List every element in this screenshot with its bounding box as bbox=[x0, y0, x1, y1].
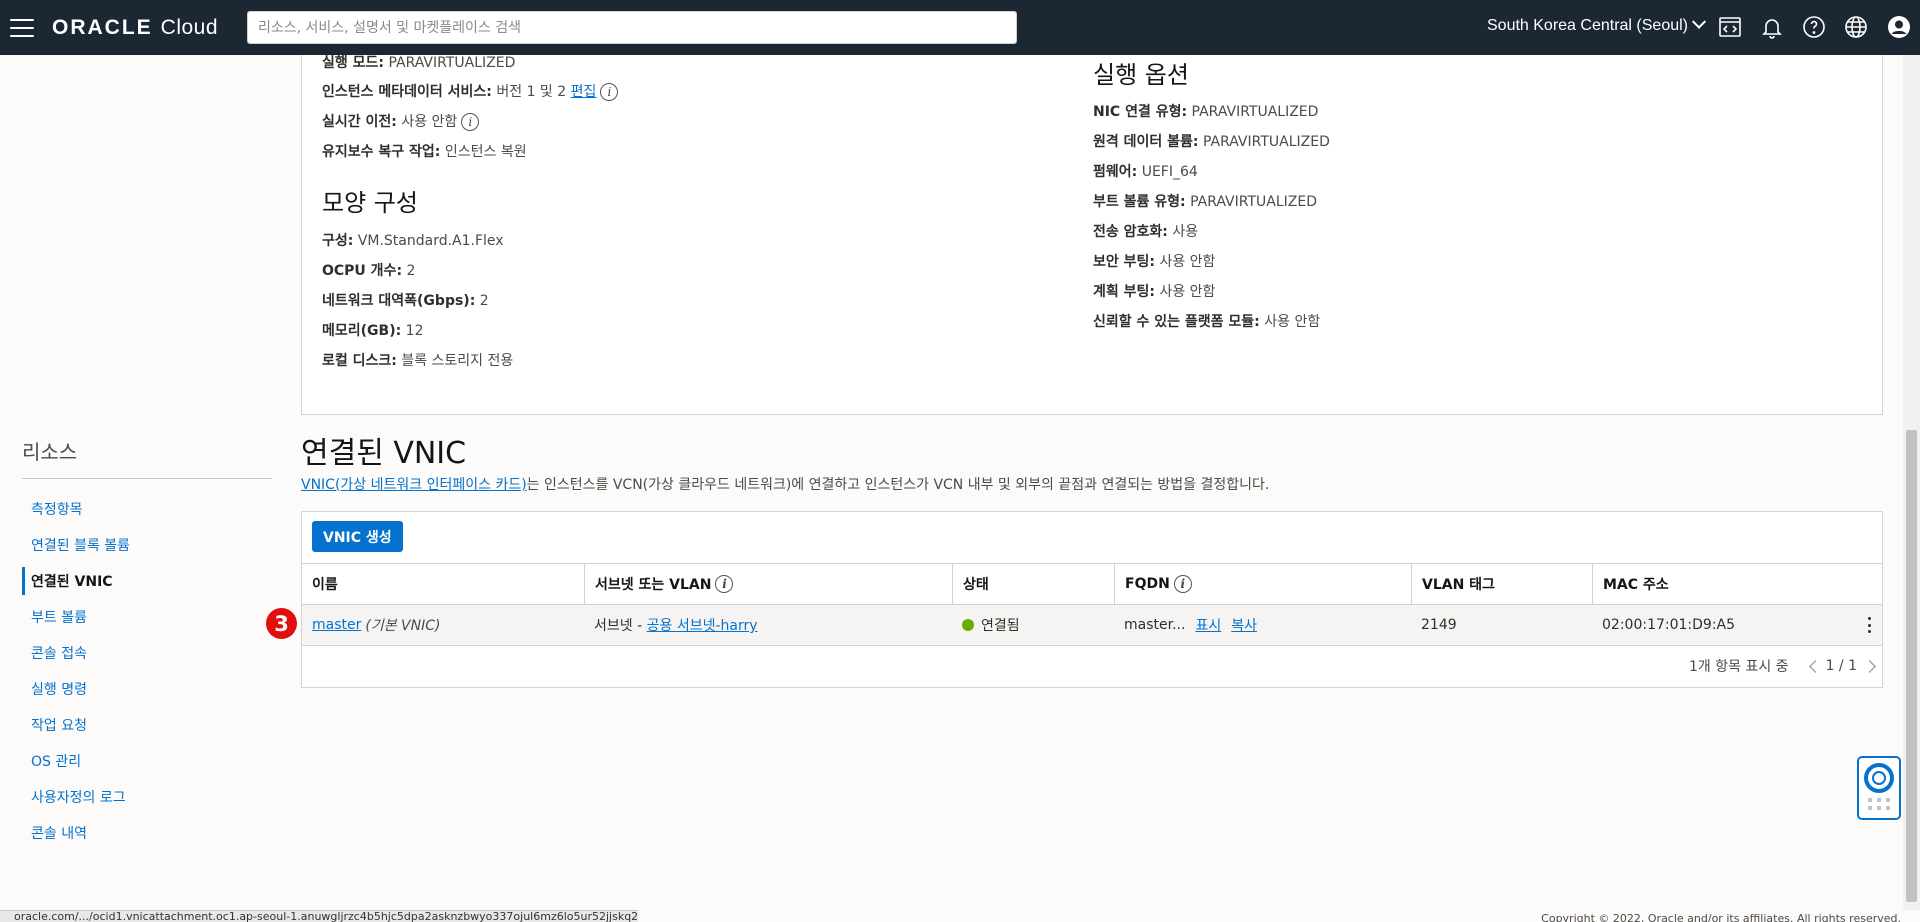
sidebar-item[interactable]: 실행 명령 bbox=[22, 675, 272, 703]
ocpu-count: OCPU 개수: 2 bbox=[322, 263, 416, 279]
info-icon[interactable]: i bbox=[461, 113, 480, 131]
status-badge: 연결됨 bbox=[981, 618, 1020, 634]
globe-icon[interactable] bbox=[1844, 15, 1868, 39]
sidebar-item[interactable]: 작업 요청 bbox=[22, 711, 272, 739]
hamburger-menu-icon[interactable] bbox=[10, 18, 34, 37]
subnet-cell: 서브넷 - 공용 서브넷-harry bbox=[584, 605, 758, 645]
nic-attachment-type: NIC 연결 유형: PARAVIRTUALIZED bbox=[1093, 104, 1319, 120]
shape: 구성: VM.Standard.A1.Flex bbox=[322, 233, 504, 249]
in-transit-encryption: 전송 암호화: 사용 bbox=[1093, 224, 1199, 240]
code-editor-icon[interactable] bbox=[1718, 15, 1742, 39]
fqdn-cell: master... 표시 복사 bbox=[1124, 615, 1257, 635]
vnic-name-link[interactable]: master bbox=[312, 617, 361, 633]
column-header-fqdn[interactable]: FQDN i bbox=[1114, 564, 1411, 604]
maintenance-recovery: 유지보수 복구 작업: 인스턴스 복원 bbox=[322, 144, 527, 160]
instance-details-panel: 실행 모드: PARAVIRTUALIZED 인스턴스 메타데이터 서비스: 버… bbox=[301, 55, 1883, 415]
metadata-edit-link[interactable]: 편집 bbox=[571, 84, 597, 100]
oracle-cloud-logo[interactable]: ORACLE Cloud bbox=[52, 16, 218, 40]
sidebar-item[interactable]: 부트 볼륨 bbox=[22, 603, 272, 631]
row-actions-menu-icon[interactable] bbox=[1864, 617, 1874, 633]
sidebar-item[interactable]: 측정항목 bbox=[22, 495, 272, 523]
measured-boot: 계획 부팅: 사용 안함 bbox=[1093, 284, 1216, 300]
firmware: 펌웨어: UEFI_64 bbox=[1093, 164, 1198, 180]
divider bbox=[22, 478, 272, 479]
live-migration: 실시간 이전: 사용 안함 i bbox=[322, 111, 480, 131]
info-icon[interactable]: i bbox=[600, 83, 619, 101]
vnic-name-cell: master (기본 VNIC) bbox=[312, 617, 441, 634]
sidebar-item[interactable]: 콘솔 내역 bbox=[22, 819, 272, 847]
fqdn-show-link[interactable]: 표시 bbox=[1195, 615, 1221, 635]
column-header-vlan-tag[interactable]: VLAN 태그 bbox=[1411, 564, 1592, 604]
sidebar-item[interactable]: OS 관리 bbox=[22, 747, 272, 775]
search-input[interactable] bbox=[258, 19, 1006, 36]
secure-boot: 보안 부팅: 사용 안함 bbox=[1093, 254, 1216, 270]
subnet-link[interactable]: 공용 서브넷-harry bbox=[647, 615, 758, 635]
info-icon[interactable]: i bbox=[1173, 575, 1192, 593]
launch-options-heading: 실행 옵션 bbox=[1093, 61, 1189, 89]
next-page-icon[interactable] bbox=[1863, 659, 1876, 673]
table-row[interactable]: master (기본 VNIC) 서브넷 - 공용 서브넷-harry 연결됨 m… bbox=[302, 605, 1882, 646]
help-widget[interactable] bbox=[1857, 756, 1901, 820]
create-vnic-button[interactable]: VNIC 생성 bbox=[312, 521, 403, 552]
global-search[interactable] bbox=[247, 11, 1017, 44]
launch-mode: 실행 모드: PARAVIRTUALIZED bbox=[322, 55, 516, 71]
column-header-mac[interactable]: MAC 주소 bbox=[1592, 564, 1882, 604]
prev-page-icon[interactable] bbox=[1808, 659, 1822, 673]
vlan-tag-cell: 2149 bbox=[1421, 617, 1457, 633]
section-title: 연결된 VNIC bbox=[301, 436, 467, 471]
fqdn-copy-link[interactable]: 복사 bbox=[1231, 615, 1257, 635]
scrollbar-thumb[interactable] bbox=[1906, 430, 1917, 902]
lifebuoy-icon bbox=[1864, 763, 1894, 810]
section-description: VNIC(가상 네트워크 인터페이스 카드)는 인스턴스를 VCN(가상 클라우… bbox=[301, 477, 1270, 493]
resources-title: 리소스 bbox=[22, 440, 78, 464]
column-header-state[interactable]: 상태 bbox=[952, 564, 1114, 604]
status-dot-icon bbox=[962, 619, 974, 631]
step-number-badge: 3 bbox=[266, 608, 297, 639]
state-cell: 연결됨 bbox=[952, 605, 1020, 645]
column-header-name[interactable]: 이름 bbox=[302, 564, 584, 604]
sidebar-item[interactable]: 사용자정의 로그 bbox=[22, 783, 272, 811]
sidebar-item[interactable]: 연결된 블록 볼륨 bbox=[22, 531, 272, 559]
user-icon[interactable] bbox=[1887, 15, 1911, 39]
vnic-table-container: VNIC 생성 이름 서브넷 또는 VLAN i 상태 FQDN i VLAN 태그… bbox=[301, 511, 1883, 688]
chevron-down-icon bbox=[1691, 14, 1707, 29]
status-bar-url: oracle.com/.../ocid1.vnicattachment.oc1.… bbox=[0, 910, 638, 922]
help-icon[interactable] bbox=[1802, 15, 1826, 39]
boot-volume-type: 부트 볼륨 유형: PARAVIRTUALIZED bbox=[1093, 194, 1317, 210]
sidebar-item[interactable]: 연결된 VNIC bbox=[22, 567, 272, 595]
trusted-platform-module: 신뢰할 수 있는 플랫폼 모듈: 사용 안함 bbox=[1093, 314, 1321, 330]
region-selector[interactable]: South Korea Central (Seoul) bbox=[1487, 14, 1707, 35]
info-icon[interactable]: i bbox=[715, 575, 734, 593]
table-header: 이름 서브넷 또는 VLAN i 상태 FQDN i VLAN 태그 MAC 주소 bbox=[302, 563, 1882, 605]
sidebar-item[interactable]: 콘솔 접속 bbox=[22, 639, 272, 667]
bell-icon[interactable] bbox=[1760, 15, 1784, 39]
column-header-subnet[interactable]: 서브넷 또는 VLAN i bbox=[584, 564, 952, 604]
memory: 메모리(GB): 12 bbox=[322, 323, 424, 339]
metadata-service: 인스턴스 메타데이터 서비스: 버전 1 및 2 편집 i bbox=[322, 81, 619, 101]
network-bandwidth: 네트워크 대역폭(Gbps): 2 bbox=[322, 293, 489, 309]
local-disk: 로컬 디스크: 블록 스토리지 전용 bbox=[322, 353, 514, 369]
mac-address-cell: 02:00:17:01:D9:A5 bbox=[1602, 617, 1736, 633]
copyright-text: Copyright © 2022, Oracle and/or its affi… bbox=[1541, 912, 1901, 922]
remote-data-volume: 원격 데이터 볼륨: PARAVIRTUALIZED bbox=[1093, 134, 1330, 150]
vnic-docs-link[interactable]: VNIC(가상 네트워크 인터페이스 카드) bbox=[301, 477, 527, 493]
shape-heading: 모양 구성 bbox=[322, 189, 418, 217]
pagination: 1개 항목 표시 중 1 / 1 bbox=[1689, 656, 1876, 676]
